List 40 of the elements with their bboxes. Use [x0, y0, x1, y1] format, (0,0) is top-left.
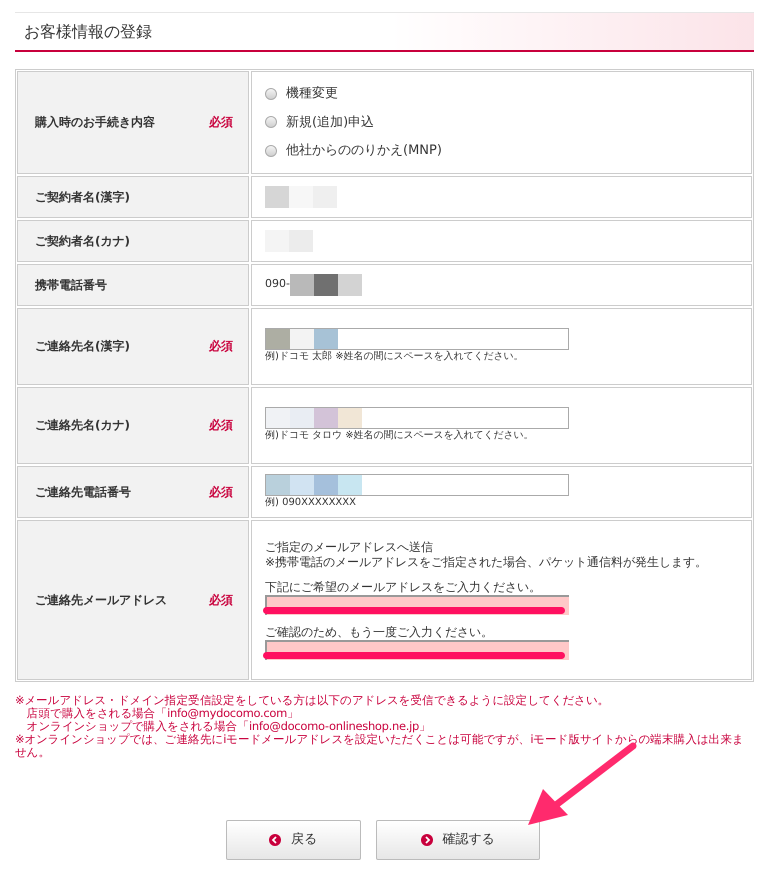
- email-note: ご指定のメールアドレスへ送信: [265, 540, 434, 554]
- required-label: 必須: [209, 484, 233, 500]
- input-field[interactable]: [265, 474, 569, 496]
- radio-option[interactable]: 機種変更: [265, 84, 442, 104]
- input-hint: 例)ドコモ 太郎 ※姓名の間にスペースを入れてください。: [265, 350, 525, 364]
- radio-button[interactable]: [265, 144, 277, 157]
- field-label: ご連絡先名(漢字): [35, 338, 130, 355]
- input-hint: 例)ドコモ タロウ ※姓名の間にスペースを入れてください。: [265, 429, 535, 443]
- email-field[interactable]: [265, 594, 569, 614]
- notice-text: 店頭で購入をされる場合「info@mydocomo.com」: [26, 706, 300, 720]
- pixelated-redaction-drawing: [266, 329, 338, 349]
- input-field[interactable]: [265, 328, 569, 350]
- required-label: 必須: [209, 114, 233, 132]
- required-label: 必須: [209, 417, 233, 434]
- phone-prefix: 090-: [265, 276, 290, 292]
- page-title: お客様情報の登録: [24, 20, 152, 42]
- field-label: ご連絡先電話番号: [35, 484, 131, 500]
- input-hint: 例) 090XXXXXXXX: [265, 496, 357, 510]
- field-label: ご連絡先メールアドレス: [35, 592, 167, 608]
- radio-button[interactable]: [265, 116, 277, 128]
- field-label: 購入時のお手続き内容: [35, 114, 155, 132]
- required-label: 必須: [209, 338, 233, 355]
- field-label: ご確認のため、もう一度ご入力ください。: [265, 624, 494, 640]
- radio-option[interactable]: 他社からののりかえ(MNP): [265, 141, 442, 160]
- field-label: ご契約者名(カナ): [35, 232, 130, 250]
- required-label: 必須: [209, 592, 233, 608]
- notice-text: オンラインショップで購入をされる場合「info@docomo-onlineshop.ne.jp」: [26, 720, 432, 732]
- notice-text: ※メールアドレス・ドメイン指定受信設定をしている方は以下のアドレスを受信できるように設定してください。: [15, 694, 610, 706]
- field-label: ご連絡先名(カナ): [35, 417, 130, 434]
- back-button[interactable]: 戻る: [226, 820, 360, 860]
- field-label: ご契約者名(漢字): [35, 188, 130, 206]
- confirm-button[interactable]: 確認する: [376, 820, 540, 860]
- email-note: ※携帯電話のメールアドレスをご指定された場合、パケット通信料が発生します。: [265, 554, 708, 570]
- input-field[interactable]: [265, 407, 569, 429]
- email-field[interactable]: [265, 640, 569, 660]
- field-label: 下記にご希望のメールアドレスをご入力ください。: [265, 580, 542, 594]
- pixelated-redaction-drawing: [265, 186, 337, 208]
- radio-option[interactable]: 新規(追加)申込: [265, 112, 442, 132]
- radio-button[interactable]: [265, 88, 277, 100]
- field-label: 携帯電話番号: [35, 276, 107, 294]
